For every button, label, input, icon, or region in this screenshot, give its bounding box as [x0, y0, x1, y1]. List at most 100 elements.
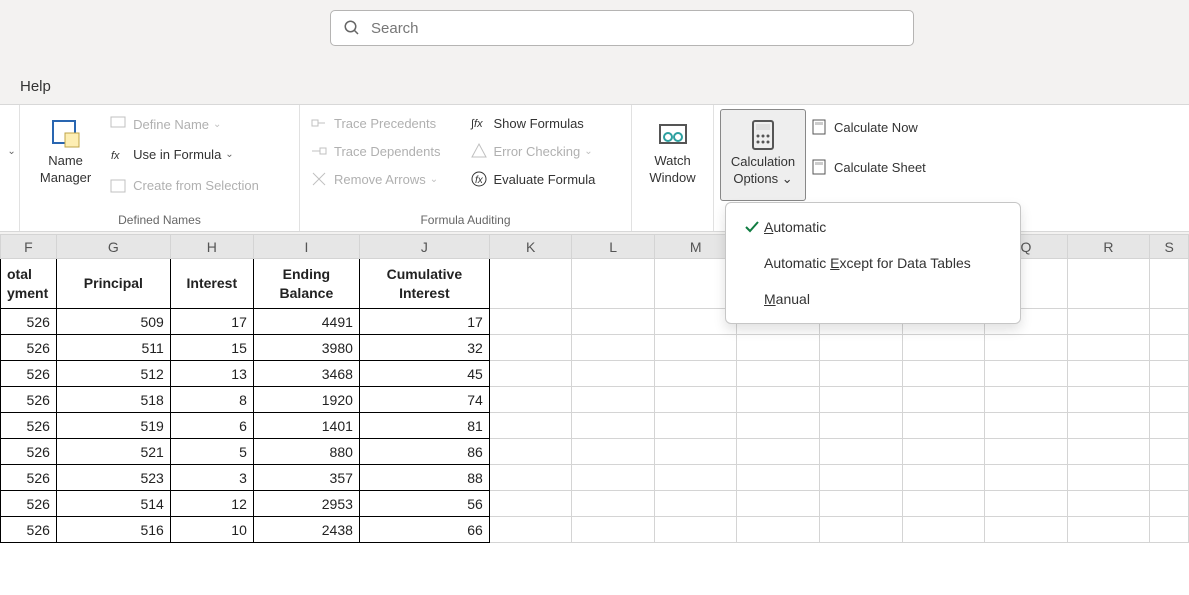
field-header[interactable]: EndingBalance	[253, 259, 359, 309]
cell[interactable]: 518	[56, 387, 170, 413]
cell[interactable]	[1067, 517, 1150, 543]
cell[interactable]	[572, 309, 655, 335]
cell[interactable]	[572, 259, 655, 309]
cell[interactable]: 45	[359, 361, 489, 387]
tab-help[interactable]: Help	[20, 78, 51, 95]
column-header-J[interactable]: J	[359, 235, 489, 259]
cell[interactable]	[985, 387, 1068, 413]
cell[interactable]: 5	[170, 439, 253, 465]
cell[interactable]: 10	[170, 517, 253, 543]
cell[interactable]: 526	[1, 413, 57, 439]
cell[interactable]	[1067, 413, 1150, 439]
cell[interactable]	[572, 491, 655, 517]
cell[interactable]	[572, 335, 655, 361]
calculate-sheet-button[interactable]: Calculate Sheet	[810, 153, 952, 181]
cell[interactable]: 2953	[253, 491, 359, 517]
cell[interactable]	[902, 465, 985, 491]
use-in-formula-button[interactable]: fx Use in Formula⌄	[109, 141, 289, 169]
cell[interactable]	[572, 361, 655, 387]
cell[interactable]	[1067, 335, 1150, 361]
cell[interactable]	[902, 361, 985, 387]
cell[interactable]	[572, 413, 655, 439]
cell[interactable]: 17	[170, 309, 253, 335]
cell[interactable]: 1920	[253, 387, 359, 413]
cell[interactable]	[902, 491, 985, 517]
cell[interactable]: 880	[253, 439, 359, 465]
cell[interactable]	[654, 517, 737, 543]
column-header-F[interactable]: F	[1, 235, 57, 259]
cell[interactable]	[737, 387, 820, 413]
cell[interactable]: 8	[170, 387, 253, 413]
cell[interactable]	[737, 361, 820, 387]
cell[interactable]: 32	[359, 335, 489, 361]
column-header-L[interactable]: L	[572, 235, 655, 259]
cell[interactable]: 516	[56, 517, 170, 543]
cell[interactable]: 6	[170, 413, 253, 439]
cell[interactable]: 526	[1, 465, 57, 491]
cell[interactable]	[1150, 517, 1189, 543]
cell[interactable]	[1150, 335, 1189, 361]
cell[interactable]	[1067, 309, 1150, 335]
cell[interactable]	[902, 387, 985, 413]
cell[interactable]	[820, 465, 903, 491]
cell[interactable]	[572, 387, 655, 413]
cell[interactable]: 86	[359, 439, 489, 465]
cell[interactable]	[1067, 361, 1150, 387]
cell[interactable]: 526	[1, 439, 57, 465]
cell[interactable]: 74	[359, 387, 489, 413]
cell[interactable]	[654, 413, 737, 439]
cell[interactable]	[654, 335, 737, 361]
cell[interactable]: 2438	[253, 517, 359, 543]
cell[interactable]: 12	[170, 491, 253, 517]
cell[interactable]	[1150, 259, 1189, 309]
cell[interactable]	[1150, 309, 1189, 335]
cell[interactable]	[1150, 361, 1189, 387]
cell[interactable]: 526	[1, 361, 57, 387]
column-header-H[interactable]: H	[170, 235, 253, 259]
cell[interactable]	[985, 413, 1068, 439]
column-header-I[interactable]: I	[253, 235, 359, 259]
cell[interactable]	[1150, 387, 1189, 413]
dropdown-item-automatic[interactable]: Automatic	[726, 209, 1020, 245]
cell[interactable]	[820, 439, 903, 465]
cell[interactable]	[1150, 465, 1189, 491]
cell[interactable]: 17	[359, 309, 489, 335]
cell[interactable]	[572, 439, 655, 465]
field-header[interactable]: otalyment	[1, 259, 57, 309]
cell[interactable]	[489, 491, 572, 517]
cell[interactable]: 514	[56, 491, 170, 517]
cell[interactable]	[654, 439, 737, 465]
name-manager-button[interactable]: NameManager	[26, 109, 105, 201]
column-header-S[interactable]: S	[1150, 235, 1189, 259]
cell[interactable]	[985, 361, 1068, 387]
dropdown-item-manual[interactable]: Manual	[726, 281, 1020, 317]
cell[interactable]: 15	[170, 335, 253, 361]
cell[interactable]: 526	[1, 491, 57, 517]
cell[interactable]	[654, 361, 737, 387]
cell[interactable]	[737, 517, 820, 543]
cell[interactable]: 1401	[253, 413, 359, 439]
cell[interactable]	[489, 413, 572, 439]
cell[interactable]	[902, 439, 985, 465]
cell[interactable]	[737, 465, 820, 491]
cell[interactable]	[1150, 439, 1189, 465]
cell[interactable]	[985, 335, 1068, 361]
cell[interactable]: 521	[56, 439, 170, 465]
cell[interactable]: 88	[359, 465, 489, 491]
cell[interactable]	[489, 335, 572, 361]
cell[interactable]	[572, 517, 655, 543]
cell[interactable]	[737, 491, 820, 517]
calculation-options-button[interactable]: CalculationOptions ⌄	[720, 109, 806, 201]
column-header-G[interactable]: G	[56, 235, 170, 259]
cell[interactable]: 3468	[253, 361, 359, 387]
cell[interactable]	[902, 517, 985, 543]
cell[interactable]	[1150, 413, 1189, 439]
show-formulas-button[interactable]: ∫fx Show Formulas	[470, 109, 622, 137]
cell[interactable]: 526	[1, 335, 57, 361]
cell[interactable]	[489, 361, 572, 387]
cell[interactable]	[489, 387, 572, 413]
cell[interactable]	[985, 465, 1068, 491]
cell[interactable]	[654, 491, 737, 517]
cell[interactable]	[737, 413, 820, 439]
cell[interactable]	[820, 387, 903, 413]
